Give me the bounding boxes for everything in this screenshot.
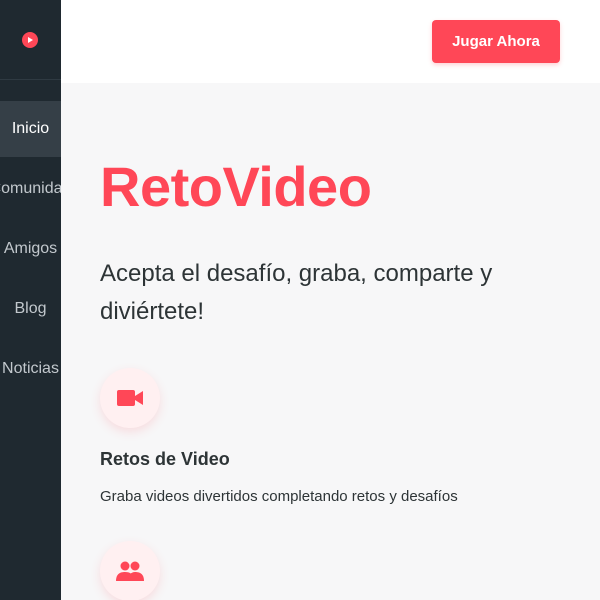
sidebar: Inicio Comunidad Amigos Blog Noticias	[0, 0, 61, 600]
sidebar-item-label: Noticias	[2, 360, 59, 377]
video-camera-icon	[100, 368, 160, 428]
sidebar-item-label: Blog	[14, 300, 47, 317]
sidebar-item-label: Comunidad	[0, 180, 61, 197]
sidebar-item-inicio[interactable]: Inicio	[0, 101, 61, 157]
sidebar-item-label: Inicio	[11, 120, 50, 137]
feature-title: Retos de Video	[100, 449, 230, 469]
main-content: RetoVideo Acepta el desafío, graba, comp…	[61, 83, 600, 600]
hero-title: RetoVideo	[100, 155, 372, 218]
people-icon	[100, 541, 160, 600]
hero-subtitle: Acepta el desafío, graba, comparte y div…	[100, 260, 493, 325]
feature-description: Graba videos divertidos completando reto…	[100, 488, 458, 505]
sidebar-item-noticias[interactable]: Noticias	[0, 341, 61, 397]
sidebar-item-amigos[interactable]: Amigos	[0, 221, 61, 277]
top-header: Jugar Ahora	[61, 0, 600, 83]
play-circle-icon	[21, 31, 38, 48]
sidebar-item-blog[interactable]: Blog	[0, 281, 61, 337]
sidebar-nav: Inicio Comunidad Amigos Blog Noticias	[0, 101, 61, 401]
sidebar-item-label: Amigos	[3, 240, 58, 257]
play-now-button[interactable]: Jugar Ahora	[432, 20, 560, 63]
sidebar-logo[interactable]	[0, 0, 61, 80]
sidebar-item-comunidad[interactable]: Comunidad	[0, 161, 61, 217]
